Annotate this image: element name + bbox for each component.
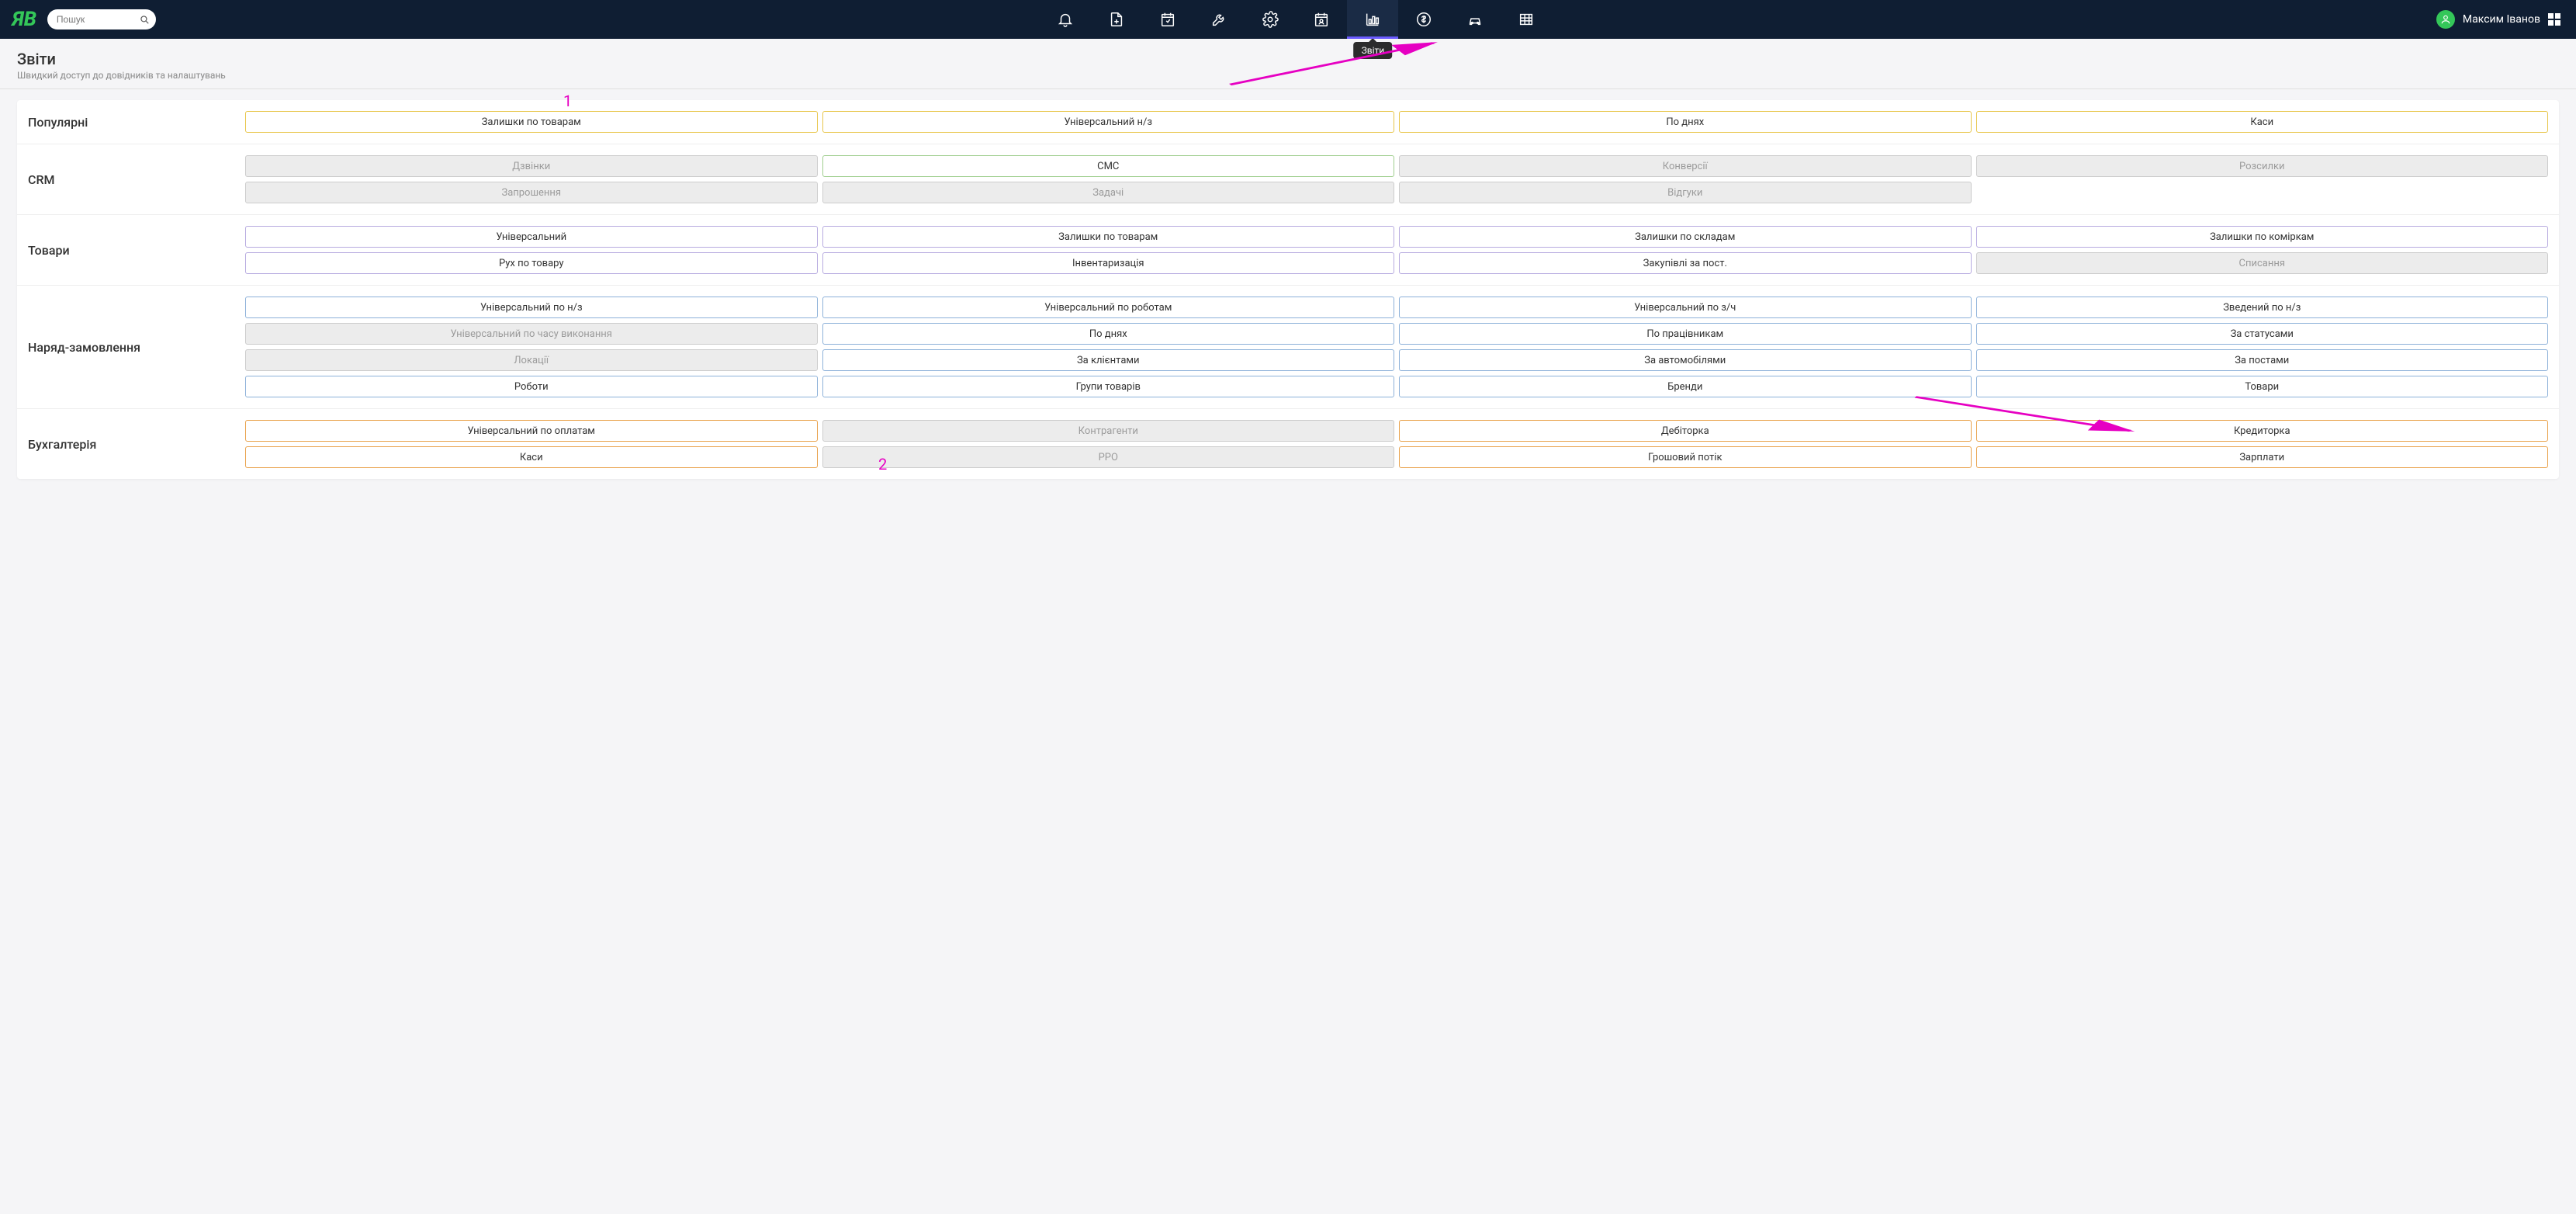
logo: ЯB <box>8 8 41 31</box>
nav-tools[interactable] <box>1193 0 1245 39</box>
report-button[interactable]: Закупівлі за пост. <box>1399 252 1972 274</box>
nav-schedule[interactable] <box>1296 0 1347 39</box>
bar-chart-icon <box>1364 11 1381 28</box>
nav-calendar[interactable] <box>1142 0 1193 39</box>
report-button: PPO <box>822 446 1395 468</box>
report-button: Універсальний по часу виконання <box>245 323 818 345</box>
report-button[interactable]: Кредиторка <box>1976 420 2549 442</box>
calendar-icon <box>1159 11 1176 28</box>
report-button[interactable]: Універсальний по н/з <box>245 297 818 318</box>
section-accounting: Бухгалтерія Універсальний по оплатамКонтр… <box>17 408 2559 479</box>
report-button[interactable]: За автомобілями <box>1399 349 1972 371</box>
page-subtitle: Швидкий доступ до довідників та налаштув… <box>17 70 2559 81</box>
section-buttons: Залишки по товарамУніверсальний н/зПо дн… <box>245 111 2548 133</box>
reports-panel: ПопулярніЗалишки по товарамУніверсальний… <box>17 100 2559 479</box>
report-button[interactable]: Роботи <box>245 376 818 397</box>
report-button[interactable]: Залишки по товарам <box>822 226 1395 248</box>
report-button[interactable]: Зарплати <box>1976 446 2549 468</box>
report-button[interactable]: Універсальний по роботам <box>822 297 1395 318</box>
section-buttons: Універсальний по оплатамКонтрагентиДебіт… <box>245 420 2548 468</box>
report-button: Відгуки <box>1399 182 1972 203</box>
nav-add-document[interactable] <box>1091 0 1142 39</box>
section-buttons: УніверсальнийЗалишки по товарамЗалишки п… <box>245 226 2548 274</box>
search-wrap <box>47 9 156 29</box>
section-label: CRM <box>28 155 230 203</box>
section-goods: ТовариУніверсальнийЗалишки по товарамЗал… <box>17 214 2559 285</box>
section-popular: Популярні Залишки по товарамУніверсальний… <box>17 100 2559 144</box>
section-crm: CRM ДзвінкиСМСКонверсіїРозсилки Запрошення… <box>17 144 2559 214</box>
report-button[interactable]: По днях <box>1399 111 1972 133</box>
report-button[interactable]: Бренди <box>1399 376 1972 397</box>
section-buttons: ДзвінкиСМСКонверсіїРозсилки ЗапрошенняЗад… <box>245 155 2548 203</box>
report-button: Розсилки <box>1976 155 2549 177</box>
bell-icon <box>1057 11 1074 28</box>
report-button[interactable]: Універсальний по з/ч <box>1399 297 1972 318</box>
table-icon <box>1518 11 1535 28</box>
wrench-icon <box>1210 11 1227 28</box>
report-button[interactable]: Універсальний <box>245 226 818 248</box>
report-button[interactable]: Каси <box>1976 111 2549 133</box>
car-icon <box>1466 11 1484 28</box>
section-buttons: Універсальний по н/зУніверсальний по роб… <box>245 297 2548 397</box>
report-button: Локації <box>245 349 818 371</box>
report-button[interactable]: Залишки по коміркам <box>1976 226 2549 248</box>
section-label: Бухгалтерія <box>28 420 230 468</box>
report-button: Задачі <box>822 182 1395 203</box>
user-block[interactable]: Максим Іванов <box>2436 10 2568 29</box>
section-label: Товари <box>28 226 230 274</box>
nav-reports-tooltip: Звіти <box>1354 42 1393 59</box>
file-plus-icon <box>1108 11 1125 28</box>
nav-vehicles[interactable] <box>1449 0 1501 39</box>
report-button[interactable]: По працівникам <box>1399 323 1972 345</box>
nav-tables[interactable] <box>1501 0 1552 39</box>
report-button[interactable]: За постами <box>1976 349 2549 371</box>
report-button: Запрошення <box>245 182 818 203</box>
report-button[interactable]: СМС <box>822 155 1395 177</box>
section-orders: Наряд-замовленняУніверсальний по н/зУнів… <box>17 285 2559 408</box>
report-button[interactable]: Залишки по складам <box>1399 226 1972 248</box>
nav-finance[interactable] <box>1398 0 1449 39</box>
report-button[interactable]: Інвентаризація <box>822 252 1395 274</box>
report-button[interactable]: Зведений по н/з <box>1976 297 2549 318</box>
report-button[interactable]: Каси <box>245 446 818 468</box>
report-button[interactable]: За статусами <box>1976 323 2549 345</box>
report-button[interactable]: Рух по товару <box>245 252 818 274</box>
dollar-icon <box>1415 11 1432 28</box>
report-button: Конверсії <box>1399 155 1972 177</box>
apps-grid-icon[interactable] <box>2548 13 2560 26</box>
report-button: Списання <box>1976 252 2549 274</box>
report-button: Контрагенти <box>822 420 1395 442</box>
report-button[interactable]: Групи товарів <box>822 376 1395 397</box>
search-icon <box>139 14 150 25</box>
report-button[interactable]: Універсальний по оплатам <box>245 420 818 442</box>
report-button[interactable]: Залишки по товарам <box>245 111 818 133</box>
top-nav: ЯB <box>0 0 2576 39</box>
gear-icon <box>1262 11 1279 28</box>
nav-settings[interactable] <box>1245 0 1296 39</box>
report-button[interactable]: Універсальний н/з <box>822 111 1395 133</box>
report-button[interactable]: Грошовий потік <box>1399 446 1972 468</box>
section-label: Популярні <box>28 111 230 133</box>
user-icon <box>2440 14 2451 25</box>
avatar <box>2436 10 2455 29</box>
page-header: Звіти Швидкий доступ до довідників та на… <box>0 39 2576 89</box>
report-button[interactable]: Товари <box>1976 376 2549 397</box>
calendar-user-icon <box>1313 11 1330 28</box>
nav-notifications[interactable] <box>1040 0 1091 39</box>
report-button[interactable]: За клієнтами <box>822 349 1395 371</box>
nav-reports[interactable]: Звіти <box>1347 0 1398 39</box>
section-label: Наряд-замовлення <box>28 297 230 397</box>
report-button[interactable]: По днях <box>822 323 1395 345</box>
user-name: Максим Іванов <box>2463 13 2540 26</box>
page-title: Звіти <box>17 50 2559 68</box>
nav-icons: Звіти <box>1040 0 1552 39</box>
report-button: Дзвінки <box>245 155 818 177</box>
report-button[interactable]: Дебіторка <box>1399 420 1972 442</box>
